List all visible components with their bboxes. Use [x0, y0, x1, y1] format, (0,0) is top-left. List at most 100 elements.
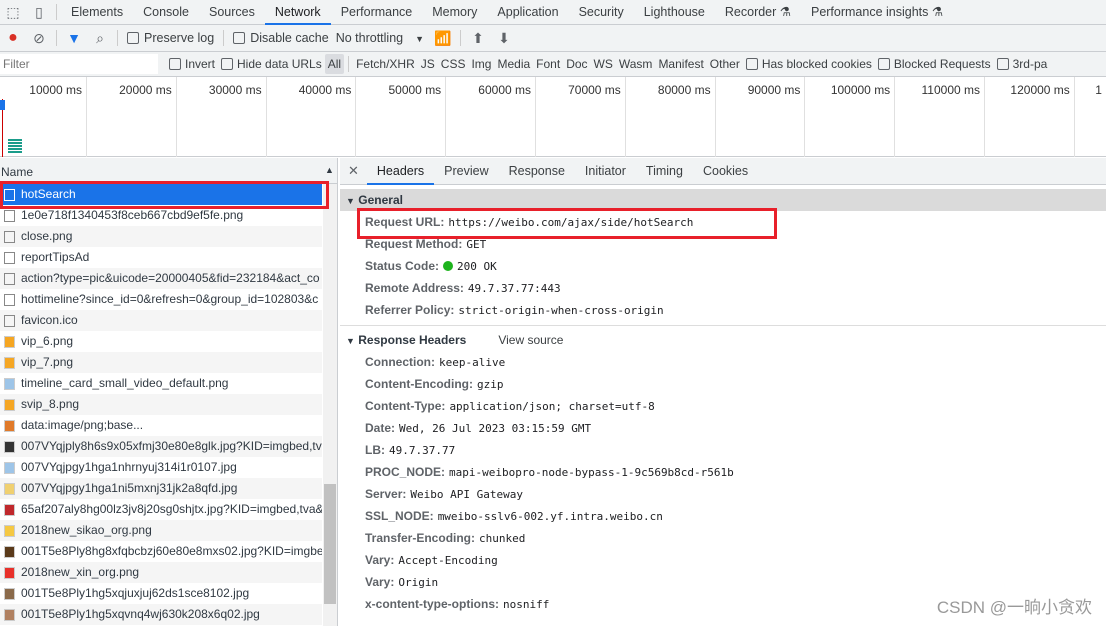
request-row[interactable]: 007VYqjpgy1hga1ni5mxnj31jk2a8qfd.jpg: [0, 478, 322, 499]
tab-headers[interactable]: Headers: [366, 158, 435, 185]
request-row[interactable]: favicon.ico: [0, 310, 322, 331]
request-row[interactable]: 007VYqjply8h6s9x05xfmj30e80e8glk.jpg?KID…: [0, 436, 322, 457]
header-row: PROC_NODE: mapi-weibopro-node-bypass-1-9c…: [340, 461, 1106, 483]
file-icon: [4, 209, 15, 222]
disable-cache-checkbox[interactable]: Disable cache: [233, 31, 329, 45]
search-icon[interactable]: ⌕: [87, 30, 113, 47]
request-row[interactable]: 001T5e8Ply8hg8xfqbcbzj60e80e8mxs02.jpg?K…: [0, 541, 322, 562]
scrollbar[interactable]: [323, 184, 337, 626]
request-name: data:image/png;base...: [21, 418, 144, 432]
filter-type-img[interactable]: Img: [468, 57, 494, 71]
chevron-down-icon: ▼: [415, 34, 425, 44]
collapse-triangle-icon: ▼: [346, 196, 355, 206]
request-row[interactable]: 001T5e8Ply1hg5xqjuxjuj62ds1sce8102.jpg: [0, 583, 322, 604]
request-row[interactable]: 2018new_xin_org.png: [0, 562, 322, 583]
import-har-icon[interactable]: ⬆: [465, 30, 491, 47]
hide-data-urls-checkbox[interactable]: Hide data URLs: [221, 57, 322, 71]
tab-preview[interactable]: Preview: [434, 158, 498, 185]
timeline-overview[interactable]: 10000 ms 20000 ms 30000 ms 40000 ms 50000 ms…: [0, 77, 1106, 157]
view-source-link[interactable]: View source: [498, 333, 563, 347]
tab-security[interactable]: Security: [569, 0, 634, 25]
request-row[interactable]: svip_8.png: [0, 394, 322, 415]
tab-timing[interactable]: Timing: [636, 158, 693, 185]
filter-type-font[interactable]: Font: [533, 57, 563, 71]
filter-type-media[interactable]: Media: [494, 57, 533, 71]
has-blocked-cookies-checkbox[interactable]: Has blocked cookies: [745, 57, 872, 71]
device-toolbar-icon[interactable]: ▯: [26, 4, 52, 21]
tab-application[interactable]: Application: [487, 0, 568, 25]
request-row[interactable]: vip_6.png: [0, 331, 322, 352]
tab-recorder[interactable]: Recorder ⚗: [715, 0, 801, 25]
network-conditions-icon[interactable]: 📶: [430, 30, 456, 47]
file-icon: [4, 524, 15, 537]
header-value: Origin: [398, 576, 439, 589]
filter-input[interactable]: [0, 54, 158, 74]
tab-lighthouse[interactable]: Lighthouse: [634, 0, 715, 25]
header-row: Vary: Origin: [340, 571, 1106, 593]
tab-sources[interactable]: Sources: [199, 0, 265, 25]
timeline-tick: 90000 ms: [718, 77, 806, 157]
tab-elements[interactable]: Elements: [61, 0, 133, 25]
filter-type-ws[interactable]: WS: [591, 57, 616, 71]
request-row[interactable]: timeline_card_small_video_default.png: [0, 373, 322, 394]
tab-performance[interactable]: Performance: [331, 0, 423, 25]
request-name: 001T5e8Ply1hg5xqvnq4wj630k208x6q02.jpg: [21, 607, 260, 621]
blocked-requests-checkbox[interactable]: Blocked Requests: [877, 57, 991, 71]
preserve-log-checkbox[interactable]: Preserve log: [127, 31, 214, 45]
request-row[interactable]: hottimeline?since_id=0&refresh=0&group_i…: [0, 289, 322, 310]
filter-type-doc[interactable]: Doc: [563, 57, 590, 71]
filter-type-wasm[interactable]: Wasm: [616, 57, 656, 71]
tab-performance-insights[interactable]: Performance insights ⚗: [801, 0, 953, 25]
timeline-tick: 10000 ms: [0, 77, 87, 157]
clear-icon[interactable]: ⊘: [26, 30, 52, 47]
file-icon: [4, 251, 15, 264]
header-name: x-content-type-options:: [365, 597, 499, 611]
filter-type-manifest[interactable]: Manifest: [655, 57, 706, 71]
header-row: Referrer Policy: strict-origin-when-cross…: [340, 299, 1106, 321]
tab-console[interactable]: Console: [133, 0, 199, 25]
tab-cookies[interactable]: Cookies: [693, 158, 758, 185]
tab-memory[interactable]: Memory: [422, 0, 487, 25]
request-list: Name ▲ hotSearch 1e0e718f1340453f8ceb667cb…: [0, 158, 338, 626]
request-name: 2018new_sikao_org.png: [21, 523, 152, 537]
request-name: 2018new_xin_org.png: [21, 565, 140, 579]
tab-initiator[interactable]: Initiator: [575, 158, 636, 185]
blocked-requests-label: Blocked Requests: [893, 57, 991, 71]
header-row: Content-Encoding: gzip: [340, 373, 1106, 395]
response-headers-section-header[interactable]: ▼ Response Headers View source: [340, 329, 1106, 351]
filter-type-js[interactable]: JS: [418, 57, 438, 71]
request-row[interactable]: 001T5e8Ply1hg5xqvnq4wj630k208x6q02.jpg: [0, 604, 322, 625]
close-icon[interactable]: ✕: [340, 163, 367, 179]
header-name: Content-Type:: [365, 399, 446, 413]
request-row[interactable]: action?type=pic&uicode=20000405&fid=2321…: [0, 268, 322, 289]
tab-response[interactable]: Response: [499, 158, 575, 185]
tab-network[interactable]: Network: [264, 0, 331, 25]
request-row[interactable]: 2018new_sikao_org.png: [0, 520, 322, 541]
header-value: 49.7.37.77:443: [467, 282, 561, 295]
file-icon: [4, 608, 15, 621]
timeline-tick: 1: [1095, 83, 1102, 97]
request-row[interactable]: reportTipsAd: [0, 247, 322, 268]
filter-type-css[interactable]: CSS: [438, 57, 469, 71]
header-value: keep-alive: [439, 356, 506, 369]
inspect-element-icon[interactable]: ⬚: [0, 4, 26, 21]
timeline-tick: 110000 ms: [898, 77, 985, 157]
scrollbar-thumb[interactable]: [324, 484, 336, 604]
invert-checkbox[interactable]: Invert: [169, 57, 215, 71]
throttling-select[interactable]: No throttling ▼: [336, 31, 424, 45]
header-name: SSL_NODE:: [365, 509, 434, 523]
request-row[interactable]: 65af207aly8hg00lz3jv8j20sg0shjtx.jpg?KID…: [0, 499, 322, 520]
filter-icon[interactable]: ▼: [61, 30, 87, 46]
third-party-checkbox[interactable]: 3rd-pa: [996, 57, 1047, 71]
filter-type-fetch-xhr[interactable]: Fetch/XHR: [353, 57, 418, 71]
request-row[interactable]: vip_7.png: [0, 352, 322, 373]
request-row[interactable]: close.png: [0, 226, 322, 247]
record-icon[interactable]: ●: [0, 29, 26, 47]
request-row[interactable]: data:image/png;base...: [0, 415, 322, 436]
highlight-box: [0, 181, 329, 209]
filter-type-all[interactable]: All: [324, 54, 345, 74]
filter-type-other[interactable]: Other: [707, 57, 743, 71]
request-row[interactable]: 007VYqjpgy1hga1nhrnyuj314i1r0107.jpg: [0, 457, 322, 478]
header-row: Transfer-Encoding: chunked: [340, 527, 1106, 549]
export-har-icon[interactable]: ⬇: [491, 30, 517, 47]
